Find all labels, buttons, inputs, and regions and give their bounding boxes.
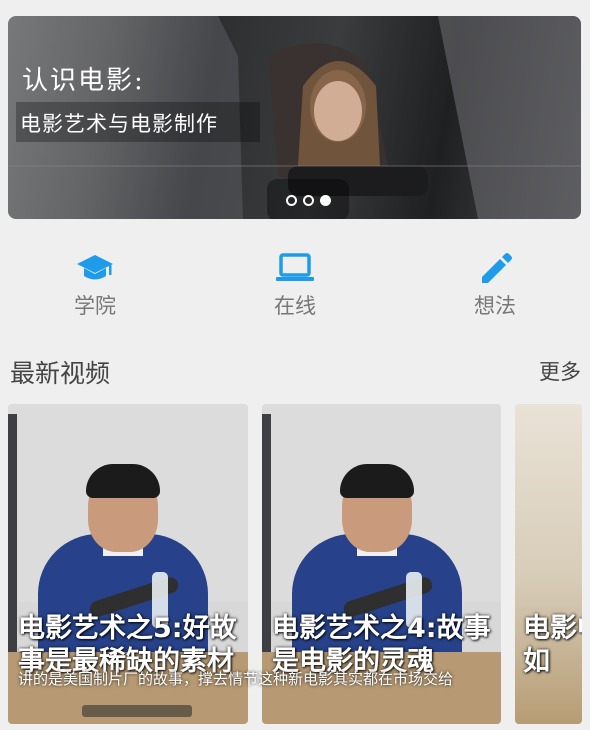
banner-title: 认识电影: <box>22 66 145 96</box>
banner-subtitle: 电影艺术与电影制作 <box>20 112 218 136</box>
more-link[interactable]: 更多 <box>539 356 581 386</box>
laptop-icon <box>235 250 355 286</box>
nav-label: 学院 <box>74 294 116 318</box>
graduation-cap-icon <box>35 250 155 286</box>
pencil-icon <box>435 250 555 286</box>
nav-item-academy[interactable]: 学院 <box>35 250 155 320</box>
section-title: 最新视频 <box>10 359 111 388</box>
featured-banner[interactable]: 认识电影: 电影艺术与电影制作 <box>8 16 581 219</box>
pager-dot[interactable] <box>285 194 297 206</box>
pager-dot[interactable] <box>302 194 314 206</box>
nav-item-ideas[interactable]: 想法 <box>435 250 555 320</box>
nav-label: 想法 <box>474 294 516 318</box>
nav-label: 在线 <box>274 294 316 318</box>
pager-dot-active[interactable] <box>319 194 331 206</box>
app-screen: 认识电影: 电影艺术与电影制作 学院 在线 想法 最新视频 更多 电影艺术之5:… <box>0 0 590 730</box>
category-nav: 学院 在线 想法 <box>0 250 590 330</box>
player-controls[interactable] <box>82 705 192 717</box>
nav-item-online[interactable]: 在线 <box>235 250 355 320</box>
video-caption-overlay: 讲的是美国制片厂的故事，撑去情节这种新电影其实都在市场交给 <box>18 670 454 688</box>
banner-pager <box>267 179 349 219</box>
